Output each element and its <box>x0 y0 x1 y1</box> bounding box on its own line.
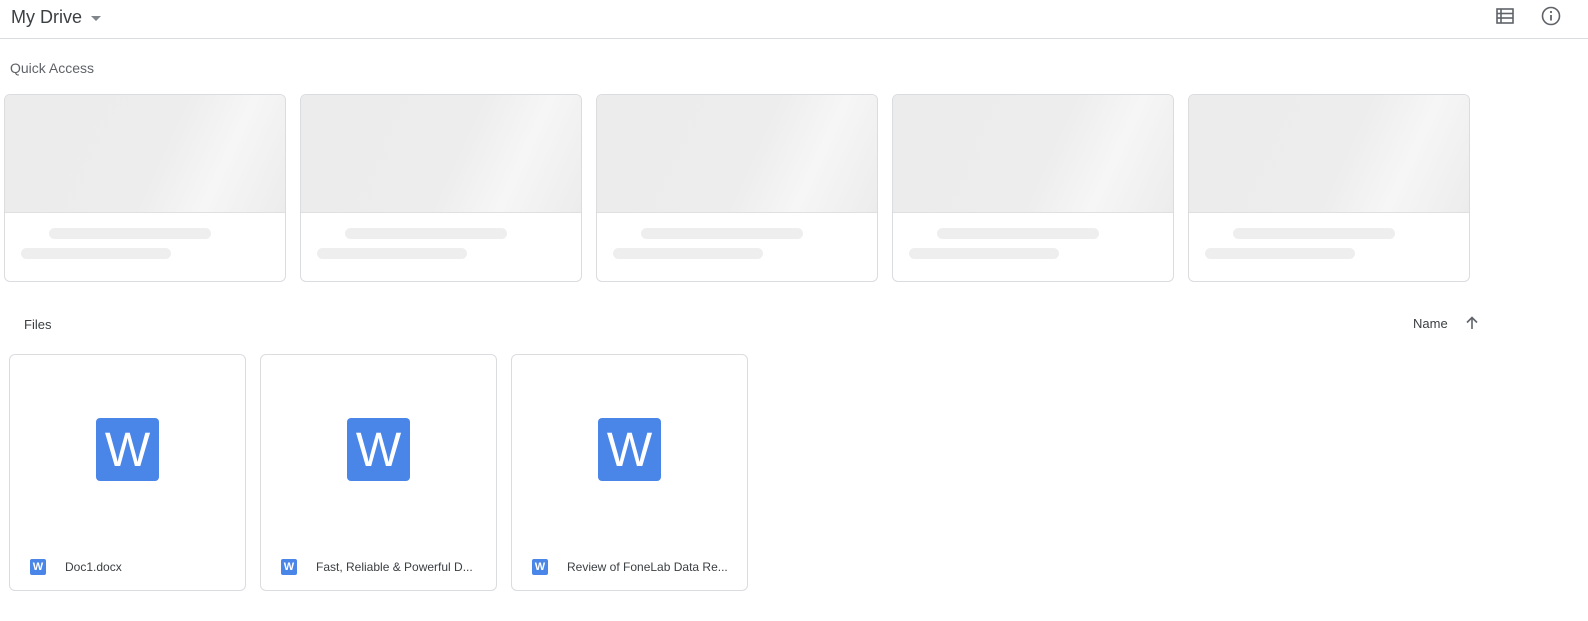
quick-access-thumbnail-placeholder <box>597 95 877 213</box>
skeleton-line <box>345 228 507 239</box>
file-name: Review of FoneLab Data Re... <box>567 560 728 574</box>
quick-access-thumbnail-placeholder <box>1189 95 1469 213</box>
skeleton-line <box>21 248 171 259</box>
list-view-icon <box>1496 8 1514 24</box>
skeleton-line <box>1205 248 1355 259</box>
skeleton-line <box>1233 228 1395 239</box>
quick-access-card[interactable] <box>596 94 878 282</box>
page-title: My Drive <box>11 6 82 27</box>
list-view-button[interactable] <box>1493 4 1517 28</box>
word-file-type-icon: W <box>281 559 297 575</box>
skeleton-line <box>909 248 1059 259</box>
top-bar: My Drive <box>0 0 1588 39</box>
drive-page: My Drive Quick Access Files Name W W Doc… <box>0 0 1588 621</box>
sort-by-name-button[interactable]: Name <box>1413 315 1480 331</box>
quick-access-card[interactable] <box>1188 94 1470 282</box>
skeleton-line <box>937 228 1099 239</box>
skeleton-line <box>317 248 467 259</box>
quick-access-thumbnail-placeholder <box>5 95 285 213</box>
skeleton-line <box>49 228 211 239</box>
quick-access-card[interactable] <box>4 94 286 282</box>
info-button[interactable] <box>1539 4 1563 28</box>
word-document-icon: W <box>347 418 410 481</box>
quick-access-thumbnail-placeholder <box>893 95 1173 213</box>
file-card-fast-reliable[interactable]: W W Fast, Reliable & Powerful D... <box>260 354 497 591</box>
skeleton-line <box>613 248 763 259</box>
file-name: Doc1.docx <box>65 560 122 574</box>
word-file-type-icon: W <box>30 559 46 575</box>
file-name: Fast, Reliable & Powerful D... <box>316 560 473 574</box>
info-icon <box>1541 6 1561 26</box>
arrow-drop-down-icon <box>91 15 101 21</box>
word-document-icon: W <box>598 418 661 481</box>
arrow-upward-icon[interactable] <box>1464 315 1480 331</box>
quick-access-heading: Quick Access <box>10 60 95 76</box>
quick-access-card[interactable] <box>892 94 1174 282</box>
word-file-type-icon: W <box>532 559 548 575</box>
file-card-review-fonelab[interactable]: W W Review of FoneLab Data Re... <box>511 354 748 591</box>
skeleton-line <box>641 228 803 239</box>
sort-label: Name <box>1413 315 1448 331</box>
quick-access-card[interactable] <box>300 94 582 282</box>
file-card-doc1[interactable]: W W Doc1.docx <box>9 354 246 591</box>
my-drive-dropdown[interactable]: My Drive <box>11 5 101 29</box>
word-document-icon: W <box>96 418 159 481</box>
files-heading: Files <box>24 317 52 332</box>
quick-access-thumbnail-placeholder <box>301 95 581 213</box>
